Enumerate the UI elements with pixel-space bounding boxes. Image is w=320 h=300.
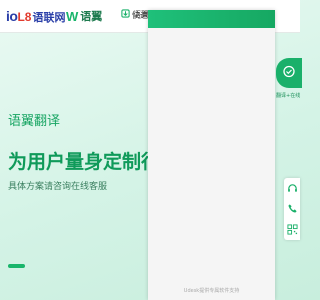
headset-icon [287, 179, 298, 198]
chat-bubble-icon [282, 64, 296, 83]
hero-title: 为用户量身定制行业化解决方案 [8, 151, 150, 173]
logo-mark: io [6, 8, 18, 24]
yuyi-brand-logo[interactable]: W 语翼 [66, 8, 102, 24]
logo-text: 语联网 [32, 11, 66, 24]
yuyi-logo-text: 语翼 [80, 10, 103, 23]
chat-widget-footer: Udesk提供专属软件支持 [183, 288, 240, 294]
nav-item-clip: 语翼专业 [133, 0, 148, 32]
qrcode-icon [286, 220, 298, 239]
qrcode-button[interactable] [285, 223, 299, 237]
yuyi-logo-mark: W [66, 8, 79, 24]
chat-widget-panel[interactable]: Udesk提供专属软件支持 [148, 10, 275, 300]
nav-item-yuyi-pro[interactable]: 语翼专业 [133, 9, 148, 20]
iol8-logo[interactable]: io L8 语联网 [6, 8, 65, 24]
chat-widget-header [148, 10, 275, 28]
phone-icon [287, 199, 298, 218]
phone-button[interactable] [285, 202, 299, 216]
online-translate-button[interactable] [276, 58, 302, 88]
side-contact-bar [284, 178, 300, 240]
carousel-indicator[interactable] [8, 264, 25, 268]
nav-item-yuyi-pro-label: 语翼专业 [133, 10, 148, 19]
online-translate-label: 翻译+在线 [276, 93, 301, 99]
hero-subtitle: 语翼翻译 [8, 114, 61, 129]
logo-number: L8 [17, 10, 32, 24]
customer-service-button[interactable] [285, 181, 299, 195]
download-icon [121, 9, 130, 21]
hero-description: 具体方案请咨询在线客服 [8, 182, 108, 192]
